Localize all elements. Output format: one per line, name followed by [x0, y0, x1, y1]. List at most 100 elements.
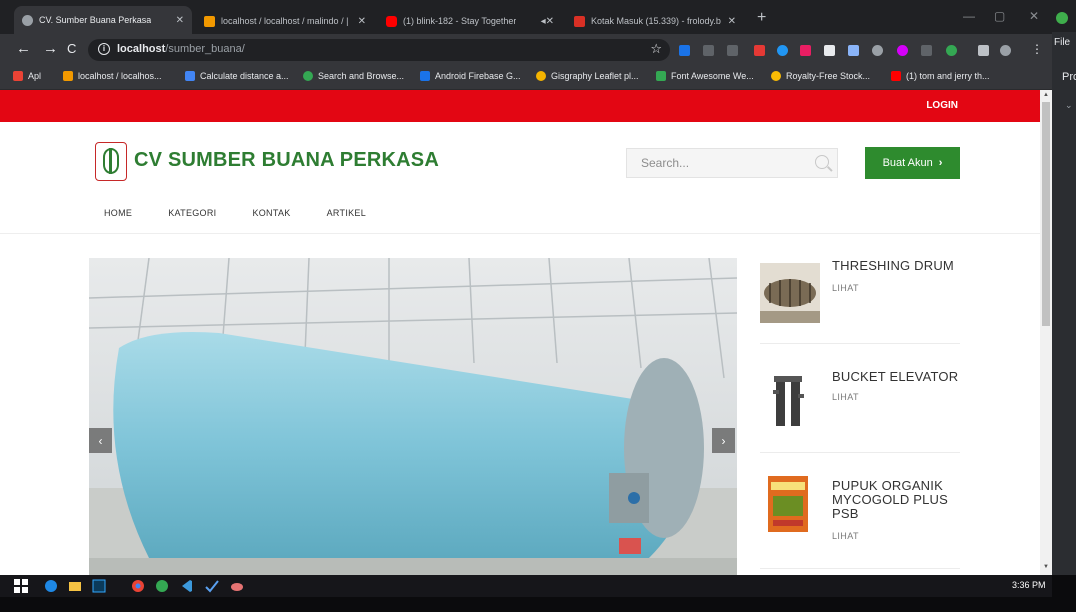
audio-close-icon[interactable]: ◂✕ [535, 16, 554, 27]
hero-slider[interactable]: ‹ › [89, 258, 737, 575]
reload-icon[interactable]: C [67, 41, 76, 57]
scroll-up-icon[interactable]: ▲ [1043, 92, 1049, 98]
photoshop-icon[interactable] [92, 579, 106, 593]
search-box [626, 148, 838, 178]
chevron-right-icon: › [938, 157, 943, 169]
bookmark-item[interactable]: localhost / localhos... [63, 71, 162, 81]
window-close-icon[interactable]: ✕ [1029, 9, 1039, 23]
avatar[interactable] [1000, 45, 1011, 56]
extension-icon[interactable] [754, 45, 765, 56]
new-tab-button[interactable]: + [757, 9, 766, 27]
login-link[interactable]: LOGIN [926, 100, 958, 111]
scrollbar-thumb[interactable] [1042, 102, 1050, 326]
product-view-link[interactable]: LIHAT [832, 392, 859, 402]
info-icon[interactable]: i [98, 43, 110, 55]
youtube-icon [386, 15, 397, 27]
vscode-icon[interactable] [180, 579, 194, 593]
bookmark-apps[interactable]: Apl [13, 71, 41, 81]
close-icon[interactable]: ✕ [352, 16, 366, 27]
windows-start-icon[interactable] [14, 579, 28, 593]
app-icon[interactable] [205, 579, 219, 593]
search-icon[interactable] [815, 155, 829, 169]
extension-icon[interactable] [946, 45, 957, 56]
nav-kontak[interactable]: KONTAK [252, 208, 290, 218]
extension-icon[interactable] [897, 45, 908, 56]
product-item[interactable]: THRESHING DRUM LIHAT [760, 257, 960, 337]
product-title[interactable]: PUPUK ORGANIK MYCOGOLD PLUS PSB [832, 479, 962, 521]
bookmark-star-icon[interactable]: ☆ [650, 41, 662, 57]
product-title[interactable]: THRESHING DRUM [832, 259, 962, 273]
product-item[interactable]: BUCKET ELEVATOR LIHAT [760, 368, 960, 448]
extension-icon[interactable] [800, 45, 811, 56]
page-viewport: LOGIN CV SUMBER BUANA PERKASA Buat Akun … [0, 90, 1052, 575]
tab-label: CV. Sumber Buana Perkasa [39, 15, 152, 25]
search-input[interactable] [627, 149, 807, 177]
tab-sumber-buana[interactable]: CV. Sumber Buana Perkasa ✕ [14, 6, 192, 34]
nav-artikel[interactable]: ARTIKEL [327, 208, 366, 218]
extension-icon[interactable] [679, 45, 690, 56]
page-scrollbar[interactable]: ▲ ▼ [1040, 90, 1052, 575]
slider-prev-button[interactable]: ‹ [89, 428, 112, 453]
top-bar: LOGIN [0, 90, 1040, 122]
side-window: File Pro ⌄ [1052, 0, 1076, 575]
product-separator [760, 452, 960, 453]
minimize-icon[interactable]: — [963, 9, 975, 23]
nav-kategori[interactable]: KATEGORI [168, 208, 216, 218]
bookmark-item[interactable]: Calculate distance a... [185, 71, 289, 81]
address-bar[interactable]: i localhost/sumber_buana/ ☆ [88, 39, 670, 61]
tab-youtube[interactable]: (1) blink-182 - Stay Together ◂✕ [378, 8, 562, 34]
tab-phpmyadmin[interactable]: localhost / localhost / malindo / | ✕ [196, 8, 374, 34]
close-icon[interactable]: ✕ [170, 15, 184, 26]
header-divider [0, 233, 1040, 234]
extension-icon[interactable] [848, 45, 859, 56]
product-item[interactable]: PUPUK ORGANIK MYCOGOLD PLUS PSB LIHAT [760, 476, 960, 566]
bookmark-favicon [536, 71, 546, 81]
bookmarks-bar: Apl localhost / localhos... Calculate di… [0, 66, 1052, 90]
extension-icon[interactable] [727, 45, 738, 56]
chevron-down-icon[interactable]: ⌄ [1065, 100, 1073, 111]
bookmark-item[interactable]: Gisgraphy Leaflet pl... [536, 71, 639, 81]
extension-icon[interactable] [872, 45, 883, 56]
bookmark-item[interactable]: Font Awesome We... [656, 71, 754, 81]
product-view-link[interactable]: LIHAT [832, 283, 859, 293]
bookmark-favicon [420, 71, 430, 81]
chrome-icon[interactable] [131, 579, 145, 593]
url-host: localhost [117, 43, 166, 55]
product-thumbnail [760, 476, 820, 536]
maximize-icon[interactable]: ▢ [994, 9, 1005, 23]
youtube-icon [891, 71, 901, 81]
extension-icon[interactable] [777, 45, 788, 56]
product-title[interactable]: BUCKET ELEVATOR [832, 370, 962, 384]
slider-next-button[interactable]: › [712, 428, 735, 453]
menu-file[interactable]: File [1054, 37, 1070, 48]
gmail-icon [574, 15, 585, 27]
product-view-link[interactable]: LIHAT [832, 531, 859, 541]
paint-icon[interactable] [230, 579, 244, 593]
close-icon[interactable]: ✕ [722, 16, 736, 27]
back-icon[interactable]: ← [16, 41, 31, 57]
media-control-icon[interactable] [978, 45, 989, 56]
extension-icon[interactable] [824, 45, 835, 56]
bookmark-item[interactable]: Royalty-Free Stock... [771, 71, 870, 81]
logo[interactable] [95, 142, 127, 181]
side-heading: Pro [1062, 71, 1076, 83]
browser-icon[interactable] [155, 579, 169, 593]
forward-icon[interactable]: → [43, 41, 58, 57]
extension-icon[interactable] [703, 45, 714, 56]
extension-icon[interactable] [921, 45, 932, 56]
bookmark-item[interactable]: (1) tom and jerry th... [891, 71, 990, 81]
bookmark-item[interactable]: Search and Browse... [303, 71, 404, 81]
create-account-button[interactable]: Buat Akun › [865, 147, 960, 179]
scroll-down-icon[interactable]: ▼ [1043, 564, 1049, 570]
product-separator [760, 568, 960, 569]
system-clock[interactable]: 3:36 PM [1012, 580, 1046, 590]
file-explorer-icon[interactable] [68, 579, 82, 593]
menu-kebab-icon[interactable]: ⋮ [1031, 41, 1043, 57]
bookmark-item[interactable]: Android Firebase G... [420, 71, 521, 81]
tab-gmail[interactable]: Kotak Masuk (15.339) - frolody.b ✕ [566, 8, 744, 34]
brand-name[interactable]: CV SUMBER BUANA PERKASA [134, 149, 439, 172]
bookmark-favicon [656, 71, 666, 81]
nav-home[interactable]: HOME [104, 208, 132, 218]
edge-icon[interactable] [44, 579, 58, 593]
bookmark-favicon [303, 71, 313, 81]
